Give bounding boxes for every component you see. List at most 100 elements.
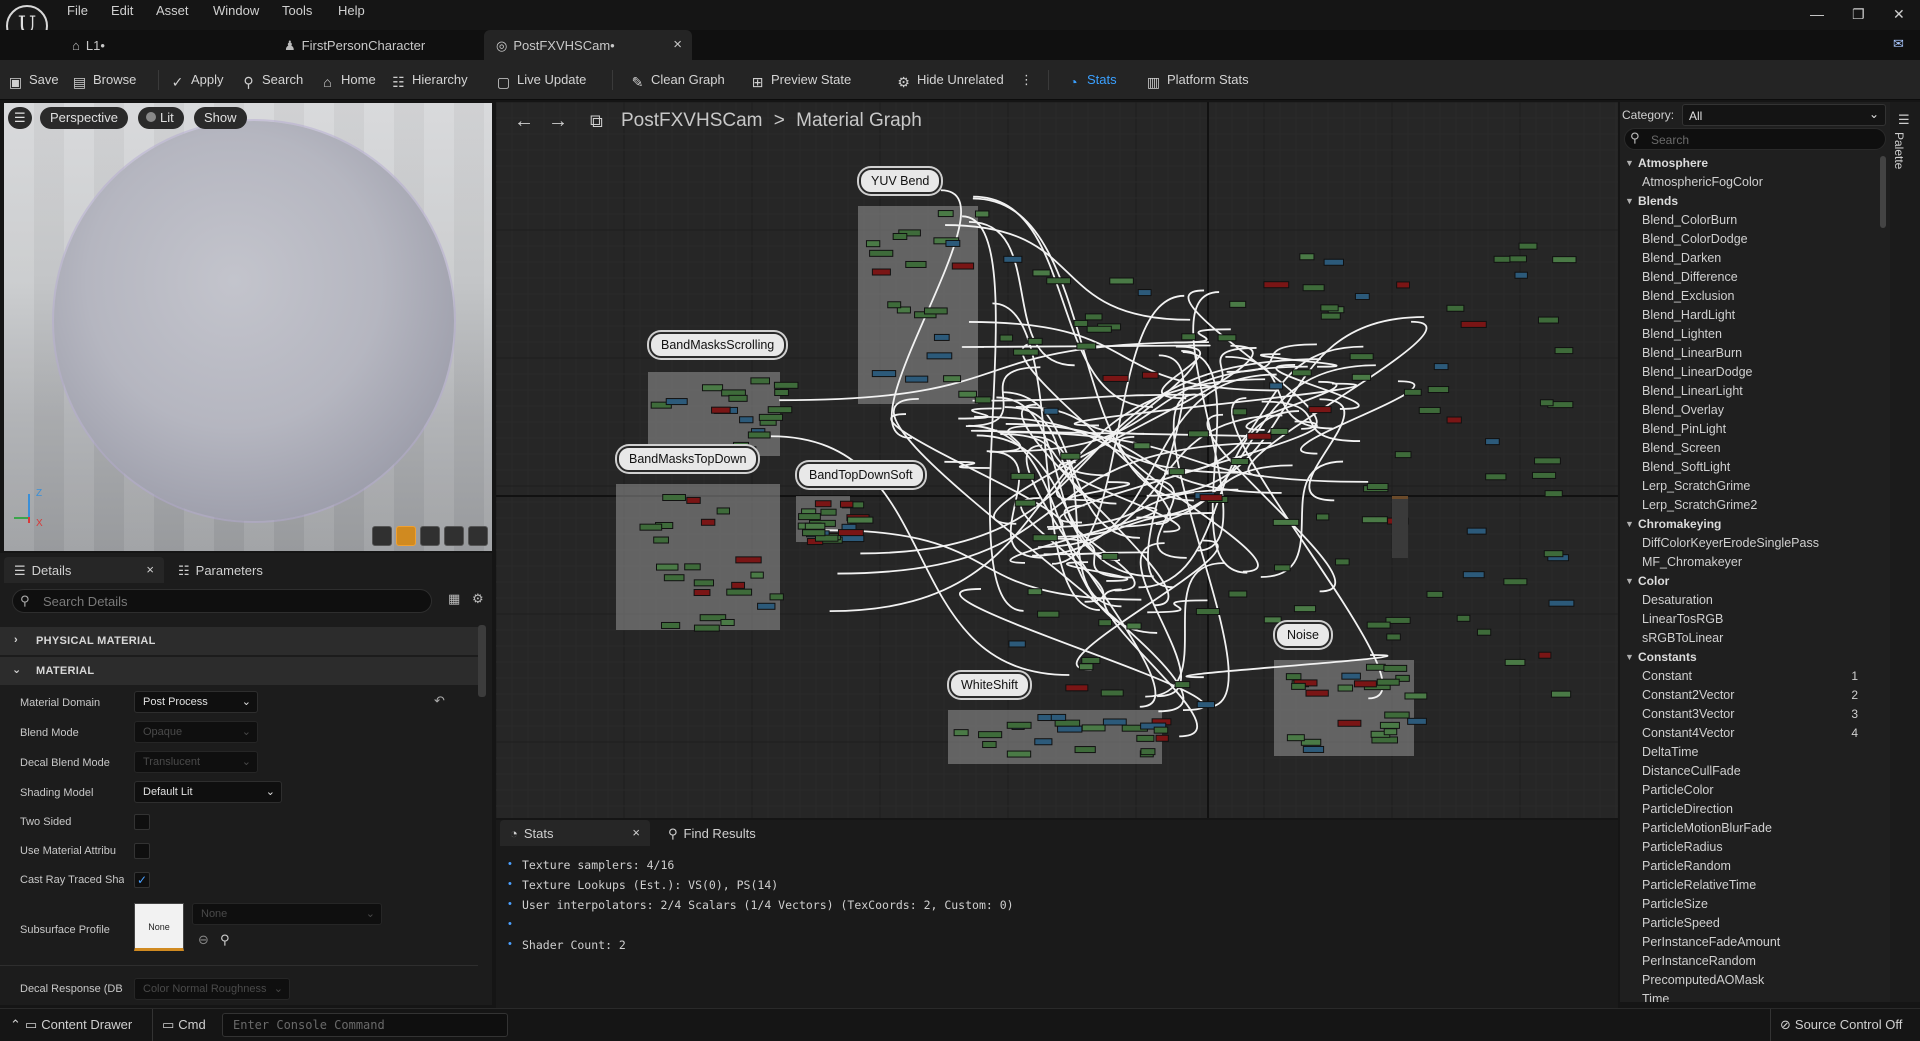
palette-item[interactable]: ParticleMotionBlurFade — [1620, 821, 1876, 839]
material-node[interactable] — [1196, 701, 1215, 709]
material-node[interactable] — [1446, 416, 1462, 424]
material-graph-canvas[interactable]: ← → ⧉ PostFXVHSCam > Material Graph YUV … — [496, 102, 1618, 818]
material-node[interactable] — [1263, 281, 1290, 289]
close-stats-icon[interactable]: × — [632, 825, 640, 840]
comment-whiteshift[interactable]: WhiteShift — [949, 672, 1030, 698]
apply-button[interactable]: ✓ Apply — [170, 72, 224, 90]
palette-side-tab[interactable]: ☰ Palette — [1890, 102, 1920, 1002]
preview-state-button[interactable]: ⊞ Preview State — [750, 72, 852, 90]
section-material[interactable]: ⌄ MATERIAL — [0, 657, 478, 685]
cmd-button[interactable]: ▭ Cmd — [162, 1017, 206, 1033]
material-node[interactable] — [1544, 490, 1563, 498]
material-node[interactable] — [924, 307, 948, 315]
material-node[interactable] — [747, 431, 771, 439]
palette-item[interactable]: Blend_Screen — [1620, 441, 1876, 459]
material-node[interactable] — [758, 413, 784, 421]
material-node[interactable] — [1550, 690, 1572, 698]
material-node[interactable] — [1076, 342, 1097, 350]
material-node[interactable] — [1341, 672, 1361, 680]
material-node[interactable] — [1396, 281, 1411, 289]
save-button[interactable]: ▣ Save — [8, 72, 59, 90]
palette-category[interactable]: ▼ Blends — [1620, 194, 1876, 212]
material-node[interactable] — [1084, 313, 1103, 321]
material-node[interactable] — [1247, 432, 1272, 440]
tab-parameters[interactable]: ☷ Parameters — [168, 557, 273, 583]
material-node[interactable] — [926, 352, 953, 360]
material-node[interactable] — [1302, 284, 1325, 292]
material-node[interactable] — [1269, 382, 1284, 390]
material-node[interactable] — [1073, 319, 1089, 327]
palette-item[interactable]: PerInstanceFadeAmount — [1620, 935, 1876, 953]
material-node[interactable] — [686, 496, 701, 504]
material-node[interactable] — [1217, 334, 1237, 342]
palette-item[interactable]: PerInstanceRandom — [1620, 954, 1876, 972]
palette-item[interactable]: Blend_Darken — [1620, 251, 1876, 269]
more-options-icon[interactable]: ⋮ — [1020, 72, 1033, 88]
material-node[interactable] — [1365, 663, 1386, 671]
material-node[interactable] — [1078, 663, 1094, 671]
material-node[interactable] — [735, 556, 762, 564]
material-node[interactable] — [653, 536, 669, 544]
material-node[interactable] — [802, 529, 826, 537]
material-node[interactable] — [1462, 571, 1485, 579]
show-button[interactable]: Show — [194, 107, 247, 129]
material-node[interactable] — [1537, 316, 1559, 324]
material-node[interactable] — [1285, 673, 1302, 681]
shading-model-dropdown[interactable]: Default Lit ⌄ — [134, 781, 282, 803]
browse-button[interactable]: ▤ Browse — [72, 72, 136, 90]
material-node[interactable] — [1273, 564, 1291, 572]
material-node[interactable] — [1386, 633, 1401, 641]
wire[interactable] — [945, 224, 1191, 321]
material-node[interactable] — [1302, 745, 1325, 753]
tab-level[interactable]: ⌂ L1• — [72, 30, 282, 60]
close-details-icon[interactable]: × — [146, 562, 154, 577]
material-node[interactable] — [951, 262, 975, 270]
material-node[interactable] — [1456, 614, 1471, 622]
material-node[interactable] — [1394, 451, 1412, 459]
material-node[interactable] — [1383, 728, 1398, 736]
material-node[interactable] — [804, 522, 826, 530]
material-node[interactable] — [1407, 717, 1427, 725]
material-node[interactable] — [1043, 407, 1059, 415]
table-view-icon[interactable]: ▦ — [448, 591, 460, 607]
hide-unrelated-button[interactable]: ⚙ Hide Unrelated — [896, 72, 1004, 90]
material-node[interactable] — [1003, 255, 1023, 263]
palette-item[interactable]: LinearTosRGB — [1620, 612, 1876, 630]
material-node[interactable] — [1181, 333, 1196, 341]
material-node[interactable] — [1361, 516, 1388, 524]
notification-icon[interactable]: ✉ — [1893, 36, 1904, 52]
platform-stats-button[interactable]: ▥ Platform Stats — [1146, 72, 1249, 90]
menu-file[interactable]: File — [67, 3, 88, 18]
material-node[interactable] — [1485, 473, 1507, 481]
home-button[interactable]: ⌂ Home — [320, 72, 375, 90]
material-node[interactable] — [982, 741, 997, 749]
material-node[interactable] — [1476, 628, 1492, 636]
material-node[interactable] — [839, 500, 854, 508]
source-control-button[interactable]: ⊘ Source Control Off — [1780, 1017, 1902, 1033]
palette-item[interactable]: Blend_ColorBurn — [1620, 213, 1876, 231]
material-node[interactable] — [953, 729, 969, 737]
material-node[interactable] — [750, 571, 764, 579]
material-node[interactable] — [1427, 386, 1450, 394]
material-node[interactable] — [1433, 363, 1449, 371]
material-node[interactable] — [1013, 348, 1039, 356]
material-node[interactable] — [1065, 684, 1089, 692]
material-node[interactable] — [684, 563, 701, 571]
palette-item[interactable]: MF_Chromakeyer — [1620, 555, 1876, 573]
palette-item[interactable]: DistanceCullFade — [1620, 764, 1876, 782]
material-result-node[interactable] — [1392, 496, 1408, 558]
palette-item[interactable]: Blend_LinearDodge — [1620, 365, 1876, 383]
material-node[interactable] — [1293, 605, 1317, 613]
restore-button[interactable]: ❐ — [1852, 6, 1865, 23]
material-node[interactable] — [731, 581, 746, 589]
material-node[interactable] — [999, 334, 1014, 342]
sphere-preview-icon[interactable] — [396, 526, 416, 546]
material-node[interactable] — [1060, 452, 1081, 460]
material-node[interactable] — [1554, 347, 1574, 355]
menu-help[interactable]: Help — [338, 3, 365, 18]
material-node[interactable] — [773, 381, 799, 389]
custom-mesh-preview-icon[interactable] — [468, 526, 488, 546]
subsurface-thumbnail[interactable]: None — [134, 903, 184, 951]
material-node[interactable] — [1446, 304, 1465, 312]
material-node[interactable] — [1228, 590, 1248, 598]
